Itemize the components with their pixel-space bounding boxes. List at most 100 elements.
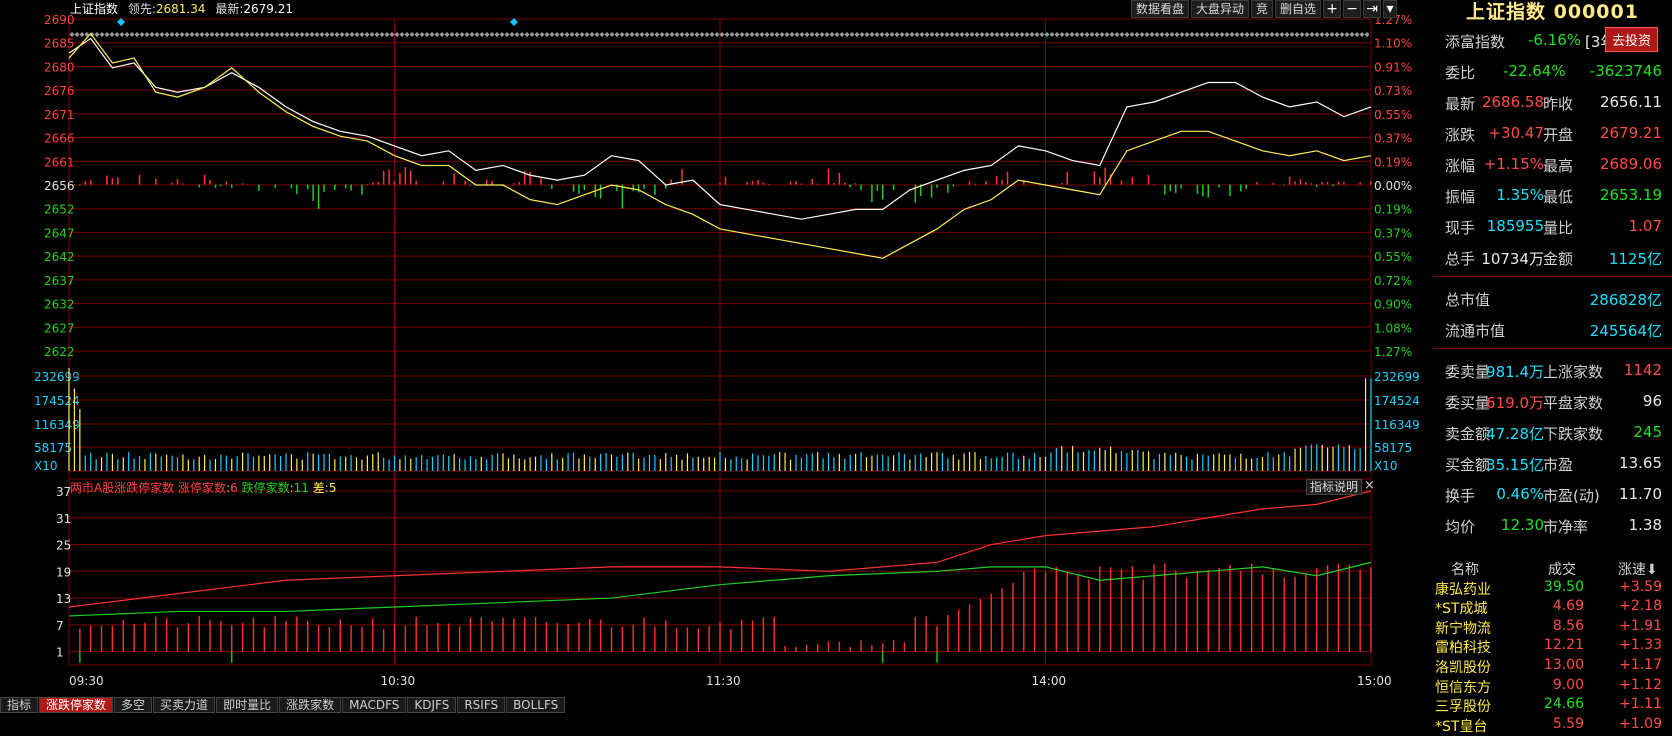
quote-c: -3623746 (1589, 62, 1662, 80)
diamond-marker (1149, 32, 1155, 37)
stock-row[interactable]: *ST皇台 5.59 +1.09 (1433, 715, 1672, 735)
diamond-marker (189, 32, 195, 37)
diamond-marker (1114, 32, 1120, 37)
diamond-marker (494, 32, 500, 37)
stock-row[interactable]: 康弘药业 39.50 +3.59 (1433, 578, 1672, 598)
stock-row[interactable]: 洛凯股份 13.00 +1.17 (1433, 656, 1672, 676)
stock-row[interactable]: 新宁物流 8.56 +1.91 (1433, 617, 1672, 637)
diamond-marker (1204, 32, 1210, 37)
y-tick-left: 2685 (44, 37, 75, 51)
diamond-marker (439, 32, 445, 37)
tab-item-6[interactable]: MACDFS (342, 697, 407, 713)
data-view-button[interactable]: 数据看盘 (1131, 0, 1190, 18)
diamond-marker (934, 32, 940, 37)
col-speed[interactable]: 涨速⬇ (1618, 559, 1658, 579)
bid-button[interactable]: 竞 (1251, 0, 1274, 18)
tab-item-5[interactable]: 涨跌家数 (279, 697, 342, 713)
diamond-marker (329, 32, 335, 37)
diamond-marker (1029, 32, 1035, 37)
chart-area[interactable]: 2690 1.27%2685 1.10%2680 0.91%2676 0.73%2671… (0, 0, 1433, 713)
diamond-marker (1054, 32, 1060, 37)
diamond-marker (214, 32, 220, 37)
diamond-marker (1024, 32, 1030, 37)
tab-item-1[interactable]: 涨跌停家数 (39, 697, 114, 713)
diamond-marker (99, 32, 105, 37)
limit-up-label: 涨停家数 (178, 481, 227, 495)
diamond-marker (394, 32, 400, 37)
diamond-marker (204, 32, 210, 37)
stock-speed: +1.17 (1619, 656, 1662, 673)
market-alert-button[interactable]: 大盘异动 (1191, 0, 1250, 18)
diamond-marker (739, 32, 745, 37)
stock-price: 4.69 (1552, 598, 1584, 615)
diamond-marker (1124, 32, 1130, 37)
diamond-marker (1084, 32, 1090, 37)
invest-button[interactable]: 去投资 (1605, 27, 1659, 52)
stock-speed: +2.18 (1619, 598, 1662, 615)
stock-name: 雷柏科技 (1435, 640, 1491, 657)
stock-row[interactable]: *ST成城 4.69 +2.18 (1433, 597, 1672, 617)
quote-row: 委卖量 981.4万 上涨家数 1142 (1433, 355, 1672, 385)
diamond-marker (854, 32, 860, 37)
pin-icon[interactable]: ⇥ (1363, 0, 1382, 18)
diamond-marker (474, 32, 480, 37)
diamond-marker (889, 32, 895, 37)
diamond-marker (609, 32, 615, 37)
diamond-marker (744, 32, 750, 37)
indicator-explain-button[interactable]: 指标说明 (1306, 479, 1363, 495)
diamond-marker (489, 32, 495, 37)
tab-item-7[interactable]: KDJFS (407, 697, 457, 713)
diamond-marker (539, 32, 545, 37)
tab-item-4[interactable]: 即时量比 (216, 697, 279, 713)
diamond-marker (1364, 32, 1370, 37)
diamond-marker (579, 32, 585, 37)
diamond-marker (1269, 32, 1275, 37)
volume-tick-right: 116349 (1374, 418, 1420, 432)
diamond-marker (729, 32, 735, 37)
diamond-marker (479, 32, 485, 37)
diamond-marker (239, 32, 245, 37)
diamond-marker (569, 32, 575, 37)
y-tick-right: 0.91% (1374, 60, 1412, 74)
y-tick-right: 0.72% (1374, 274, 1412, 288)
diamond-marker (159, 32, 165, 37)
tab-item-2[interactable]: 多空 (114, 697, 153, 713)
stock-speed: +1.11 (1619, 696, 1662, 713)
diamond-marker (334, 32, 340, 37)
quote-b: +30.47 (1488, 124, 1544, 142)
diamond-marker (594, 32, 600, 37)
diamond-marker (1179, 32, 1185, 37)
diamond-marker (864, 32, 870, 37)
stock-row[interactable]: 雷柏科技 12.21 +1.33 (1433, 636, 1672, 656)
quote-row: 委比 -22.64% -3623746 (1433, 56, 1672, 86)
diamond-marker (529, 32, 535, 37)
diamond-marker (924, 32, 930, 37)
diamond-marker (919, 32, 925, 37)
diamond-marker (414, 32, 420, 37)
minus-icon[interactable]: − (1343, 0, 1362, 18)
tab-item-8[interactable]: RSIFS (457, 697, 506, 713)
quote-c: 量比 (1543, 219, 1574, 237)
stock-row[interactable]: 恒信东方 9.00 +1.12 (1433, 676, 1672, 696)
diamond-marker (694, 32, 700, 37)
x-tick: 15:00 (1357, 674, 1392, 688)
diamond-marker (309, 32, 315, 37)
quote-row: 现手 185955 量比 1.07 (1433, 211, 1672, 241)
diamond-marker (1249, 32, 1255, 37)
stock-row[interactable]: 三孚股份 24.66 +1.11 (1433, 695, 1672, 715)
tab-indicator[interactable]: 指标 (0, 697, 39, 713)
quote-row: 均价 12.30 市净率 1.38 (1433, 510, 1672, 540)
tab-item-3[interactable]: 买卖力道 (153, 697, 216, 713)
close-icon[interactable]: × (1364, 479, 1375, 493)
tab-item-9[interactable]: BOLLFS (506, 697, 566, 713)
plus-icon[interactable]: + (1323, 0, 1342, 18)
quote-b: 981.4万 (1486, 363, 1544, 381)
diamond-marker (174, 32, 180, 37)
delete-self-button[interactable]: 删自选 (1275, 0, 1322, 18)
diamond-marker (1289, 32, 1295, 37)
diamond-marker (664, 32, 670, 37)
chevron-down-icon[interactable]: ▾ (1383, 0, 1398, 18)
diamond-marker (354, 32, 360, 37)
diamond-marker (409, 32, 415, 37)
indicator-tabs: 指标 涨跌停家数 多空 买卖力道 即时量比 涨跌家数 MACDFS KDJFS RSIFS BOL… (0, 697, 566, 713)
